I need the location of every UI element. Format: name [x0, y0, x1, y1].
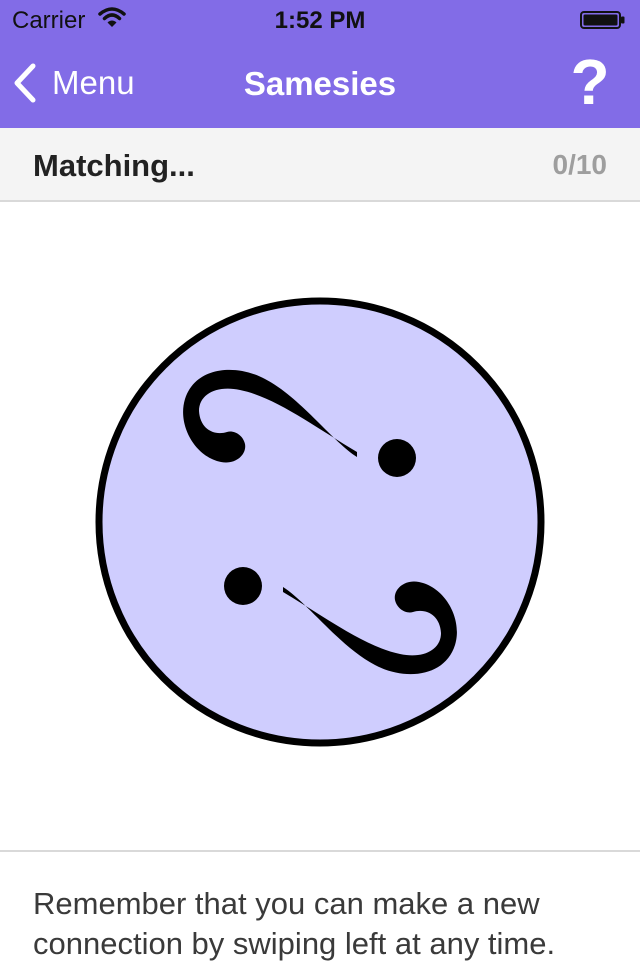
progress-status-label: Matching... [33, 148, 195, 183]
battery-icon [580, 11, 625, 29]
status-bar: Carrier 1:52 PM [0, 0, 640, 40]
progress-count: 0/10 [552, 149, 608, 180]
progress-bar: Matching... 0/10 [0, 128, 640, 202]
divider [0, 850, 640, 852]
card-area [0, 202, 640, 850]
header: Carrier 1:52 PM Menu Samesies ? [0, 0, 640, 128]
symbol-card[interactable] [95, 297, 545, 747]
navigation-bar: Menu Samesies ? [0, 40, 640, 128]
hint-text: Remember that you can make a new connect… [33, 886, 556, 961]
status-time: 1:52 PM [274, 7, 366, 34]
page-title: Samesies [243, 65, 397, 102]
help-button[interactable]: ? [570, 50, 610, 114]
